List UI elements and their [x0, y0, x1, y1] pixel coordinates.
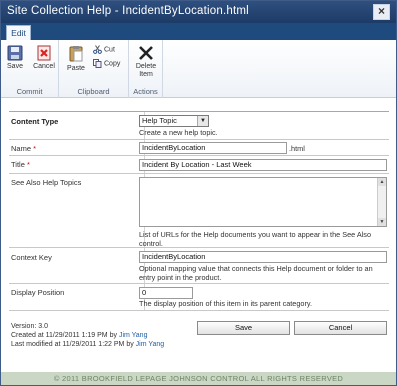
ribbon-cut-label: Cut — [104, 46, 115, 54]
scroll-down-icon[interactable]: ▼ — [378, 218, 386, 226]
row-content-type: Content Type Help Topic ▼ Create a new h… — [9, 112, 389, 140]
context-key-desc: Optional mapping value that connects thi… — [139, 264, 373, 282]
content-type-desc: Create a new help topic. — [139, 128, 218, 137]
window-title: Site Collection Help - IncidentByLocatio… — [7, 5, 249, 17]
row-display-position: Display Position 0 The display position … — [9, 284, 389, 311]
ribbon-delete-item-button[interactable]: Delete Item — [131, 45, 161, 79]
ribbon-copy-label: Copy — [104, 60, 121, 68]
see-also-label: See Also Help Topics — [11, 178, 82, 187]
ribbon-delete-label-2: Item — [139, 71, 153, 78]
close-button[interactable]: × — [373, 4, 390, 20]
row-context-key: Context Key IncidentByLocation Optional … — [9, 248, 389, 284]
created-prefix: Created at 11/29/2011 1:19 PM by — [11, 332, 119, 339]
ribbon-copy-button[interactable]: Copy — [93, 59, 120, 68]
title-bar: Site Collection Help - IncidentByLocatio… — [1, 1, 396, 23]
tab-edit[interactable]: Edit — [6, 25, 31, 40]
ribbon-delete-label-1: Delete — [135, 63, 157, 70]
copyright-footer: © 2011 BROOKFIELD LEPAGE JOHNSON CONTROL… — [1, 372, 396, 385]
ribbon-cancel-label: Cancel — [33, 63, 55, 70]
title-label: Title * — [11, 160, 30, 169]
row-see-also: See Also Help Topics ▲ ▼ List of URLs fo… — [9, 174, 389, 248]
cancel-icon — [37, 45, 51, 61]
ribbon-paste-button[interactable]: Paste — [65, 45, 87, 73]
dialog-window: Site Collection Help - IncidentByLocatio… — [0, 0, 397, 386]
title-input[interactable]: Incident By Location - Last Week — [139, 159, 387, 171]
ribbon-group-actions-label: Actions — [133, 87, 158, 96]
close-icon: × — [377, 4, 385, 18]
ribbon-cut-button[interactable]: Cut — [93, 45, 115, 54]
name-label-text: Name — [11, 144, 32, 153]
display-position-desc: The display position of this item in its… — [139, 299, 313, 308]
content-type-value: Help Topic — [142, 116, 177, 125]
created-by-link[interactable]: Jim Yang — [119, 332, 148, 339]
content-type-label: Content Type — [11, 117, 59, 126]
copy-icon — [93, 59, 102, 68]
delete-icon — [139, 46, 153, 60]
paste-icon — [69, 46, 83, 62]
ribbon-group-actions: Delete Item Actions — [129, 40, 163, 98]
modified-by-link[interactable]: Jim Yang — [136, 341, 165, 348]
ribbon-tab-strip: Edit — [1, 23, 396, 40]
created-text: Created at 11/29/2011 1:19 PM by Jim Yan… — [11, 332, 147, 339]
cancel-button[interactable]: Cancel — [294, 321, 387, 335]
version-text: Version: 3.0 — [11, 323, 48, 330]
ribbon-group-clipboard: Paste Cut Copy Clipboard — [59, 40, 129, 98]
scroll-up-icon[interactable]: ▲ — [378, 178, 386, 186]
chevron-down-icon: ▼ — [197, 116, 208, 126]
see-also-desc: List of URLs for the Help documents you … — [139, 230, 372, 248]
context-key-input[interactable]: IncidentByLocation — [139, 251, 387, 263]
ribbon-paste-label: Paste — [67, 65, 85, 72]
ribbon: Save Cancel Commit Paste Cut Copy Clipbo… — [1, 40, 396, 98]
name-label: Name * — [11, 144, 36, 153]
save-icon — [7, 45, 23, 61]
ribbon-save-label: Save — [7, 63, 23, 70]
content-type-select[interactable]: Help Topic ▼ — [139, 115, 209, 127]
see-also-textarea[interactable]: ▲ ▼ — [139, 177, 387, 227]
row-name: Name * IncidentByLocation .html — [9, 140, 389, 156]
row-title: Title * Incident By Location - Last Week — [9, 156, 389, 174]
required-marker: * — [33, 144, 37, 153]
ribbon-cancel-button[interactable]: Cancel — [30, 45, 58, 71]
required-marker: * — [26, 160, 30, 169]
title-label-text: Title — [11, 160, 25, 169]
display-position-input[interactable]: 0 — [139, 287, 193, 299]
ribbon-group-commit: Save Cancel Commit — [1, 40, 59, 98]
name-suffix: .html — [289, 144, 305, 153]
see-also-scrollbar[interactable]: ▲ ▼ — [377, 178, 386, 226]
name-input[interactable]: IncidentByLocation — [139, 142, 287, 154]
scissors-icon — [93, 45, 102, 54]
modified-text: Last modified at 11/29/2011 1:22 PM by J… — [11, 341, 164, 348]
ribbon-group-clipboard-label: Clipboard — [77, 87, 110, 96]
ribbon-save-button[interactable]: Save — [4, 45, 26, 71]
context-key-label: Context Key — [11, 253, 52, 262]
save-button[interactable]: Save — [197, 321, 290, 335]
display-position-label: Display Position — [11, 288, 65, 297]
ribbon-group-commit-label: Commit — [16, 87, 43, 96]
modified-prefix: Last modified at 11/29/2011 1:22 PM by — [11, 341, 136, 348]
